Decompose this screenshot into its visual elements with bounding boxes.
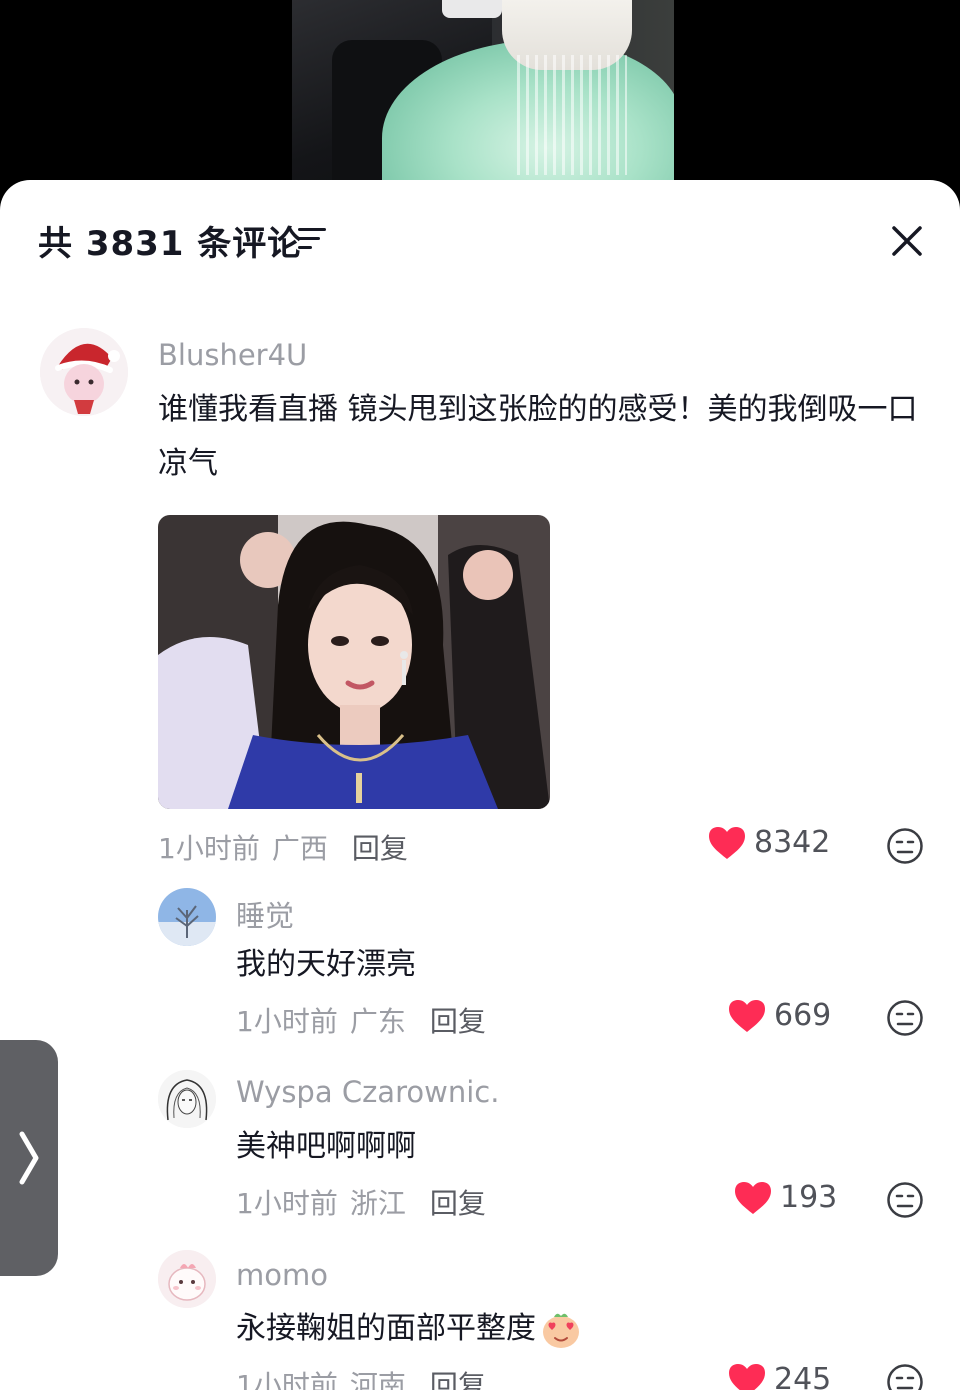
reply-location: 广东 (349, 1005, 406, 1038)
like-count: 669 (774, 998, 832, 1033)
dislike-icon[interactable] (886, 999, 924, 1037)
dislike-icon[interactable] (886, 1181, 924, 1219)
reply-username[interactable]: momo (236, 1258, 328, 1292)
side-panel-tab[interactable] (0, 1040, 58, 1276)
reply-text: 我的天好漂亮 (236, 947, 416, 982)
reply-username[interactable]: 睡觉 (236, 893, 294, 935)
heart-icon (735, 1181, 771, 1214)
reply-text: 美神吧啊啊啊 (236, 1129, 416, 1164)
comment-meta: 1小时前 广西 回复 (158, 827, 408, 867)
like-count: 8342 (754, 825, 831, 860)
chevron-right-icon (19, 1131, 39, 1185)
like-button[interactable]: 669 (728, 998, 831, 1033)
avatar[interactable] (158, 1250, 216, 1308)
dislike-icon[interactable] (886, 1363, 924, 1390)
reply-location: 浙江 (349, 1187, 406, 1220)
reply-username[interactable]: Wyspa Czarownic. (236, 1075, 499, 1109)
comment-location: 广西 (271, 832, 328, 865)
close-icon[interactable] (884, 218, 930, 264)
like-button[interactable]: 193 (734, 1180, 837, 1215)
sort-icon[interactable] (298, 228, 326, 250)
like-button[interactable]: 245 (728, 1362, 831, 1390)
reply-location: 河南 (349, 1369, 406, 1390)
reply-button[interactable]: 回复 (430, 1005, 486, 1038)
reply-meta: 1小时前 河南 回复 (236, 1364, 486, 1390)
comment-image[interactable] (158, 515, 550, 809)
reply-text-body: 永接鞠姐的面部平整度 (236, 1311, 536, 1346)
reply-time: 1小时前 (236, 1005, 338, 1038)
comment-text: 谁懂我看直播 镜头甩到这张脸的的感受！美的我倒吸一口凉气 (158, 392, 918, 481)
avatar[interactable] (158, 888, 216, 946)
like-count: 193 (780, 1180, 838, 1215)
heart-icon (729, 1363, 765, 1390)
reply-meta: 1小时前 浙江 回复 (236, 1182, 486, 1222)
reply-button[interactable]: 回复 (352, 832, 408, 865)
like-count: 245 (774, 1362, 832, 1390)
comment-sheet-header: 共 3831 条评论 (0, 180, 960, 300)
reply-button[interactable]: 回复 (430, 1187, 486, 1220)
comment-time: 1小时前 (158, 832, 260, 865)
reply-text: 永接鞠姐的面部平整度 (236, 1302, 582, 1356)
reply-button[interactable]: 回复 (430, 1369, 486, 1390)
comment-count-title: 共 3831 条评论 (38, 224, 303, 264)
like-button[interactable]: 8342 (708, 825, 830, 860)
avatar[interactable] (40, 328, 128, 416)
dislike-icon[interactable] (886, 827, 924, 865)
video-frame (292, 0, 674, 200)
emoji-icon (543, 1313, 579, 1348)
reply-time: 1小时前 (236, 1187, 338, 1220)
reply-time: 1小时前 (236, 1369, 338, 1390)
reply-meta: 1小时前 广东 回复 (236, 1000, 486, 1040)
heart-icon (709, 826, 745, 859)
avatar[interactable] (158, 1070, 216, 1128)
comment-username[interactable]: Blusher4U (158, 338, 307, 372)
comment-sheet: 共 3831 条评论 Blusher4U 谁懂我看直播 镜头甩到这张脸的的感受！… (0, 180, 960, 1390)
heart-icon (729, 999, 765, 1032)
